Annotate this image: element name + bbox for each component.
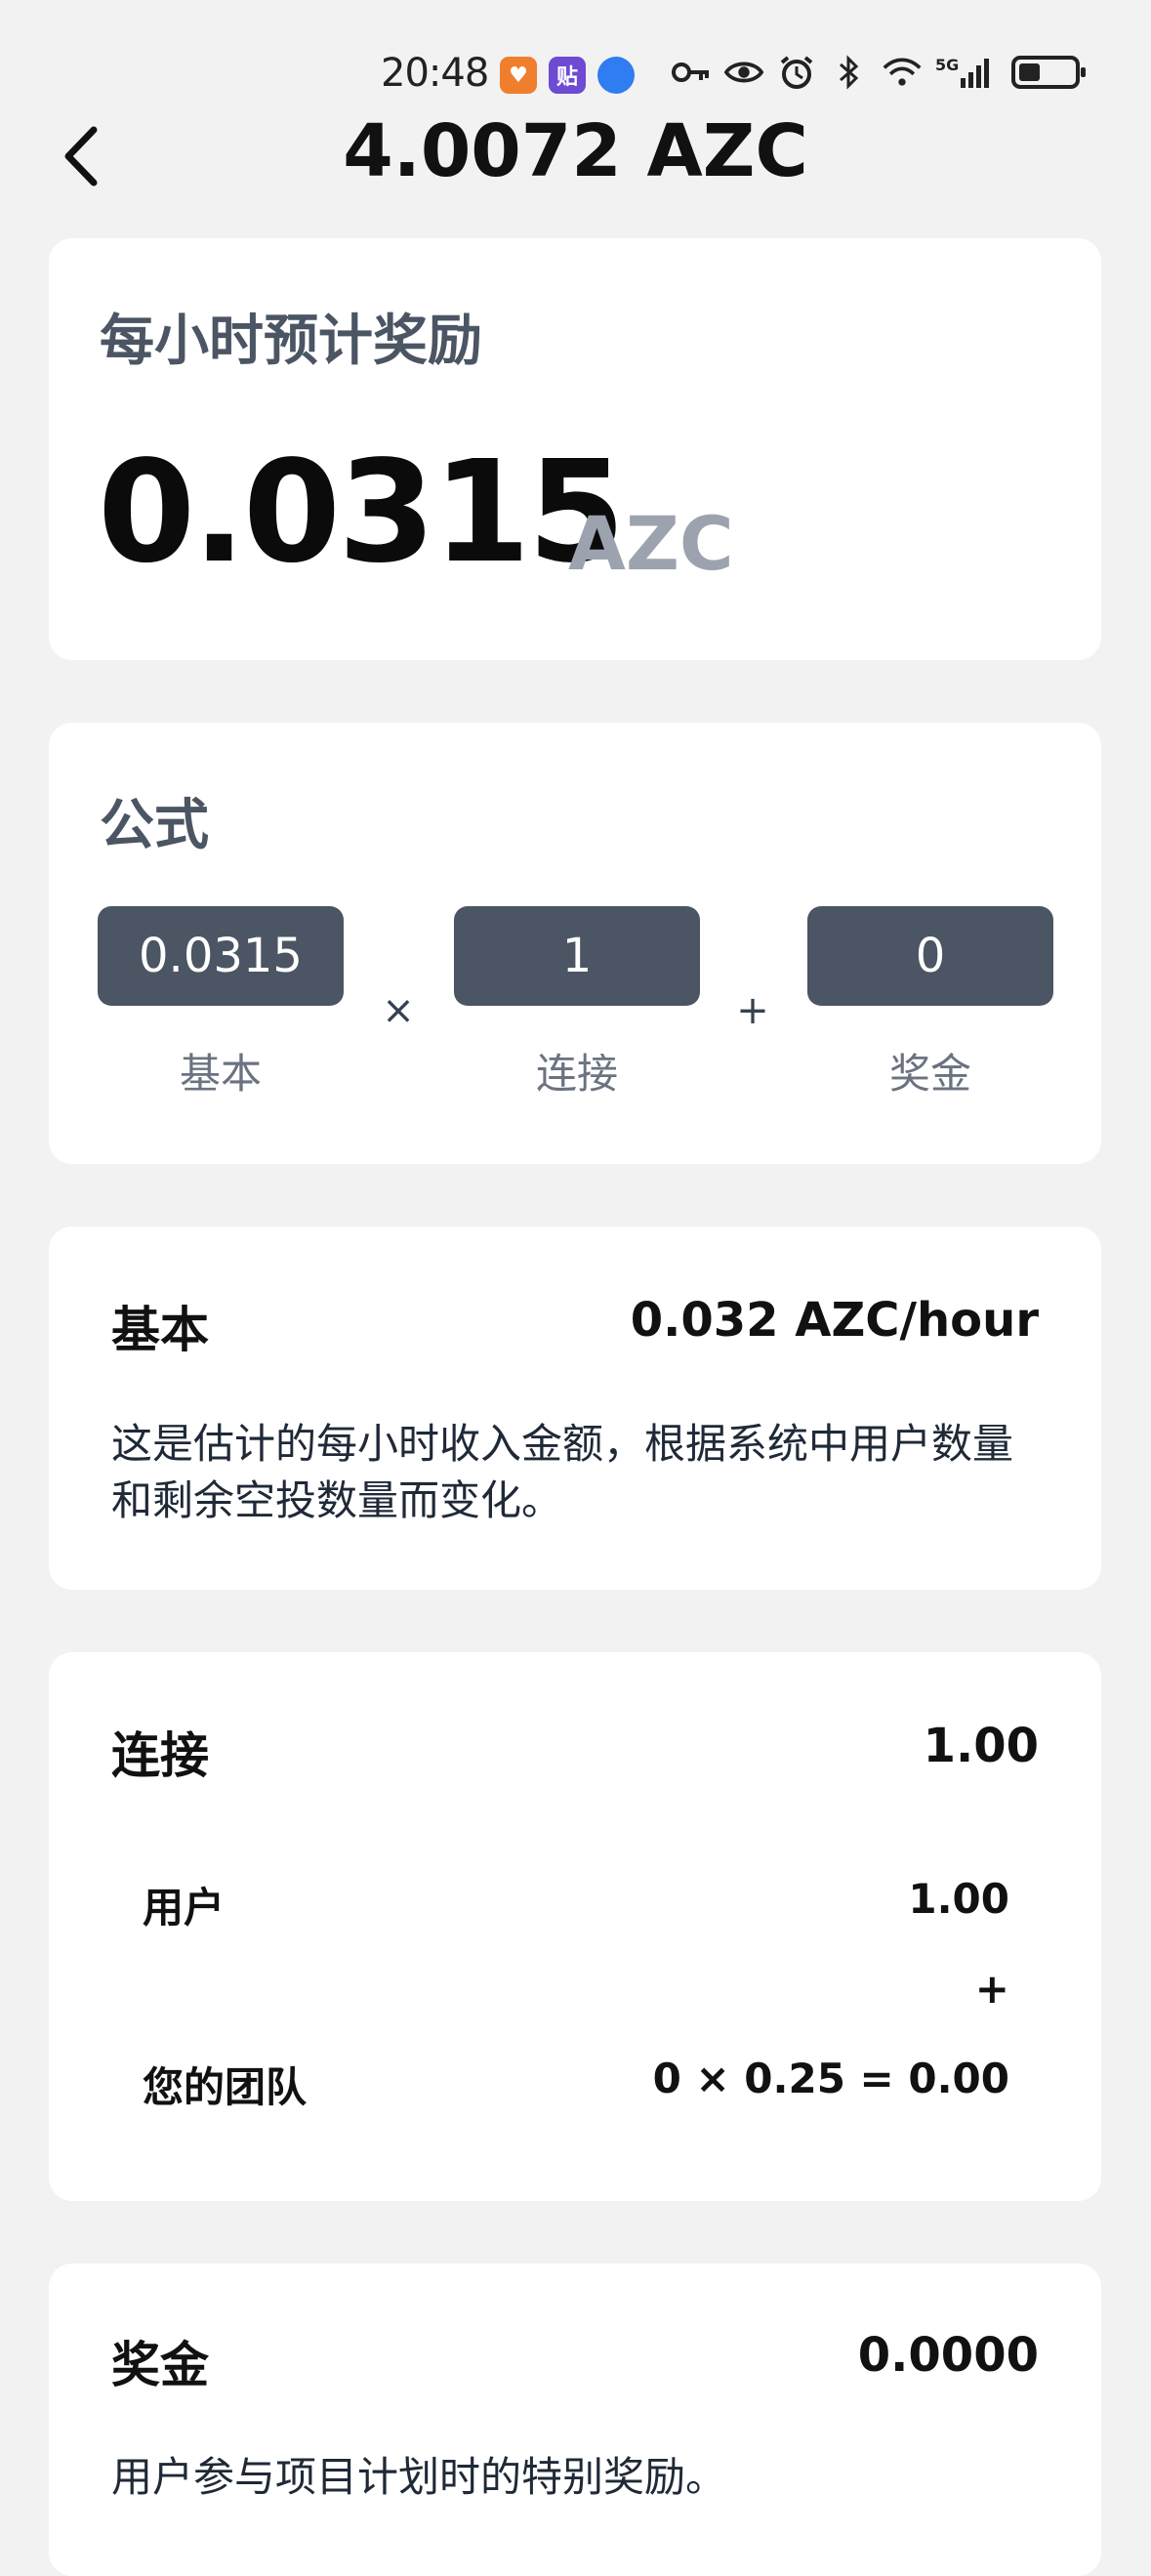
- svg-text:5G: 5G: [935, 56, 959, 74]
- connection-card: 连接 1.00 用户 1.00 + 您的团队 0 × 0.25 = 0.00: [49, 1652, 1101, 2201]
- formula-title: 公式: [100, 794, 209, 857]
- formula-multiply-operator: ×: [382, 988, 415, 1033]
- planet-app-icon: [597, 57, 635, 94]
- formula-card: 公式 0.0315 基本 × 1 连接 + 0 奖金: [49, 723, 1101, 1164]
- base-card: 基本 0.032 AZC/hour 这是估计的每小时收入金额，根据系统中用户数量…: [49, 1226, 1101, 1590]
- bonus-title: 奖金: [111, 2337, 209, 2393]
- bonus-value: 0.0000: [857, 2328, 1039, 2383]
- formula-base-value: 0.0315: [98, 906, 344, 1006]
- bonus-description: 用户参与项目计划时的特别奖励。: [111, 2453, 727, 2501]
- formula-bonus-value: 0: [807, 906, 1053, 1006]
- formula-plus-operator: +: [736, 988, 769, 1033]
- page-title: 4.0072 AZC: [343, 109, 808, 193]
- base-value: 0.032 AZC/hour: [630, 1293, 1039, 1348]
- formula-bonus-label: 奖金: [888, 1050, 971, 1098]
- 5g-signal-icon: 5G: [935, 55, 994, 90]
- battery-level: [1019, 63, 1041, 81]
- formula-connection-label: 连接: [535, 1050, 618, 1098]
- tie-app-icon: 贴: [549, 57, 586, 94]
- eye-icon: [724, 55, 763, 90]
- status-time: 20:48: [381, 51, 489, 96]
- status-indicators: 5G: [672, 55, 1086, 90]
- user-label: 用户: [143, 1884, 226, 1932]
- user-value: 1.00: [908, 1875, 1009, 1923]
- bonus-card: 奖金 0.0000 用户参与项目计划时的特别奖励。: [49, 2264, 1101, 2576]
- battery-icon: [1011, 56, 1086, 89]
- bluetooth-icon: [830, 55, 869, 90]
- connection-plus: +: [974, 1965, 1009, 2013]
- key-icon: [672, 55, 711, 90]
- heart-app-icon: ♥: [500, 57, 537, 94]
- alarm-icon: [777, 55, 816, 90]
- team-label: 您的团队: [143, 2063, 308, 2111]
- team-value: 0 × 0.25 = 0.00: [652, 2055, 1009, 2102]
- hourly-reward-value: 0.0315: [98, 430, 626, 594]
- hourly-reward-card: 每小时预计奖励 0.0315 AZC: [49, 238, 1101, 660]
- hourly-reward-label: 每小时预计奖励: [100, 310, 482, 373]
- base-description: 这是估计的每小时收入金额，根据系统中用户数量和剩余空投数量而变化。: [111, 1420, 1014, 1524]
- hourly-reward-unit: AZC: [568, 500, 734, 587]
- wifi-icon: [883, 55, 922, 90]
- connection-title: 连接: [111, 1727, 209, 1784]
- base-title: 基本: [111, 1302, 209, 1358]
- connection-value: 1.00: [923, 1719, 1039, 1773]
- formula-connection-value: 1: [454, 906, 700, 1006]
- formula-base-label: 基本: [179, 1050, 262, 1098]
